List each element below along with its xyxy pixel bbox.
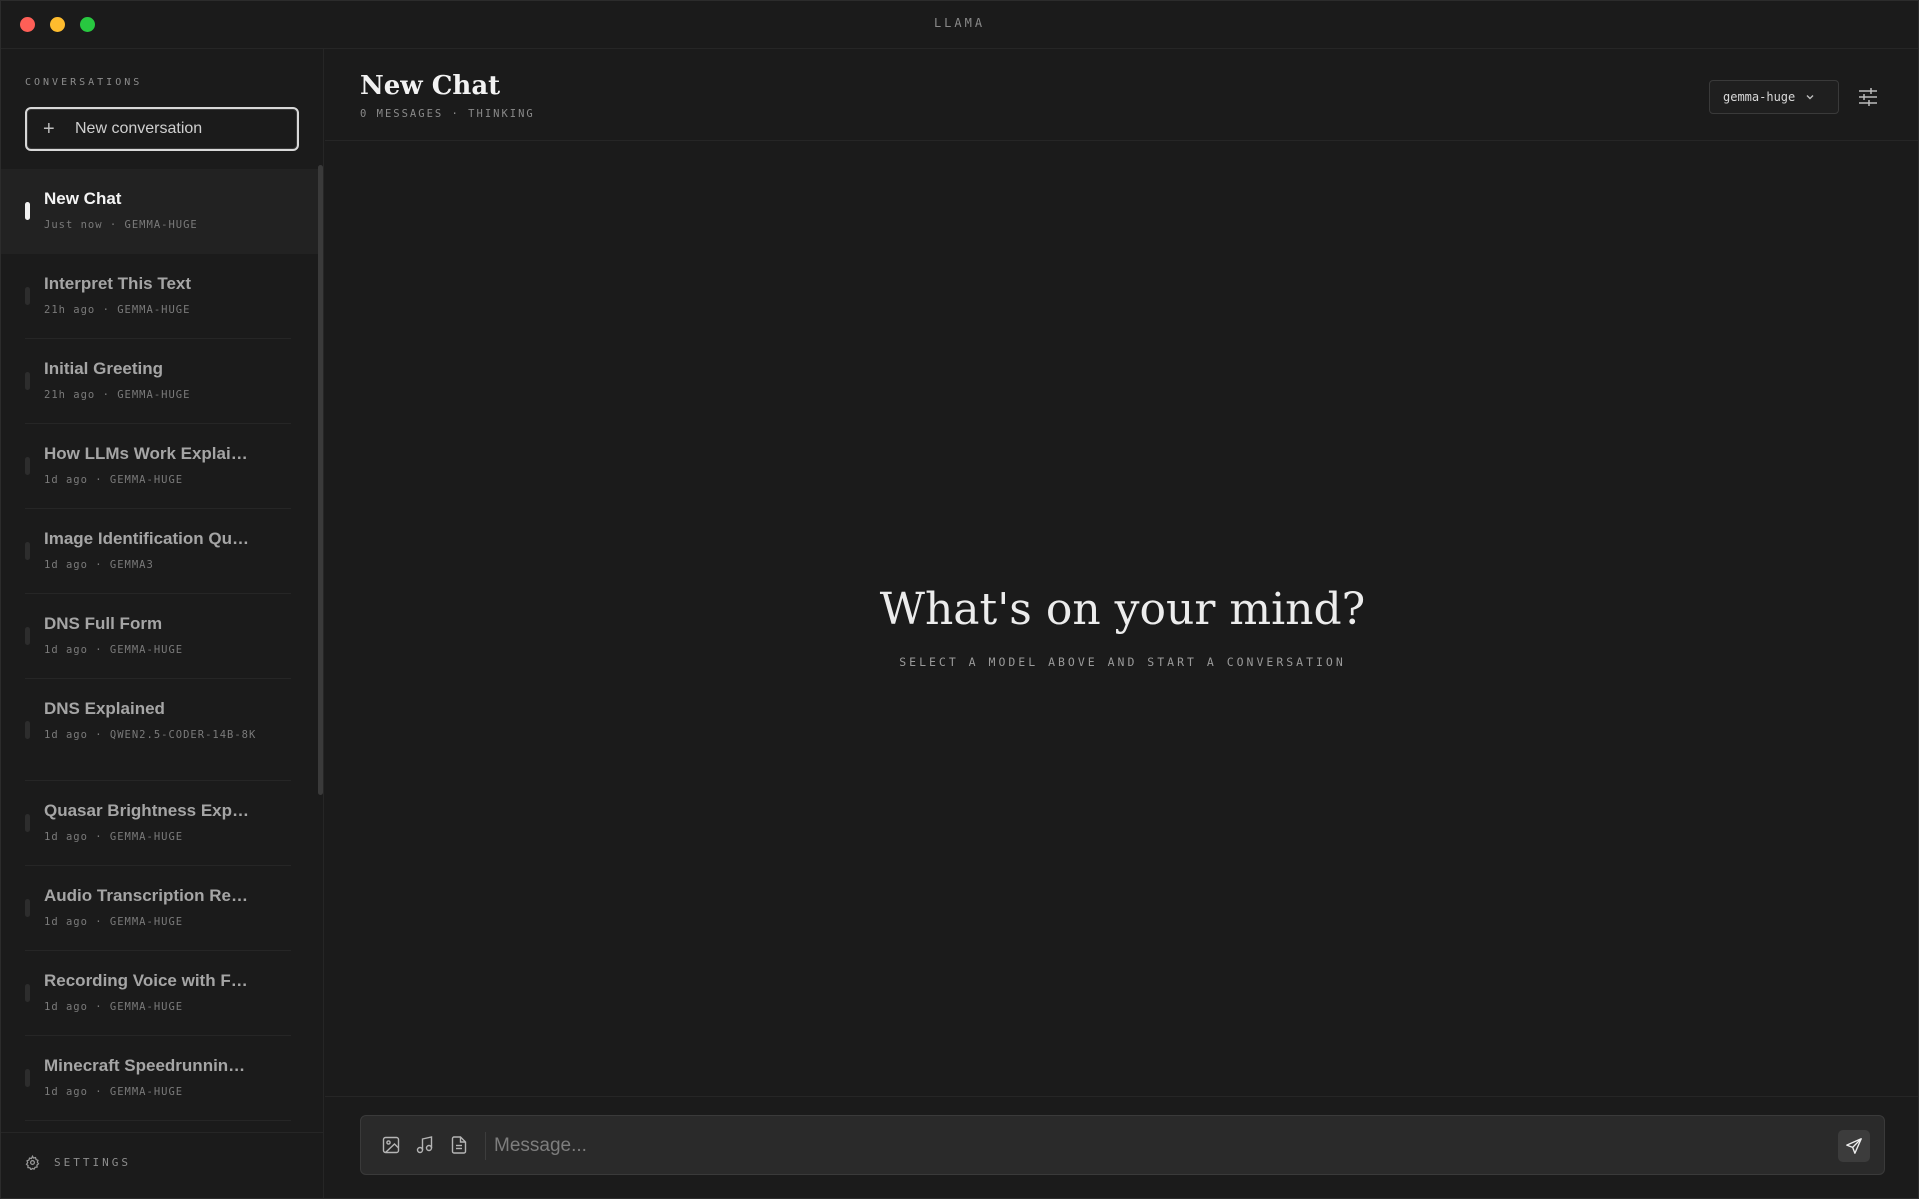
gear-icon [25,1155,40,1170]
conversation-divider [25,1120,291,1121]
conversation-meta: 1d ago · GEMMA-HUGE [44,1001,184,1013]
conversation-marker [25,457,30,475]
conversation-meta: 1d ago · GEMMA-HUGE [44,916,184,928]
conversation-meta: 21h ago · GEMMA-HUGE [44,389,191,401]
conversation-item[interactable]: Image Identification Qu… 1d ago · GEMMA3 [1,509,319,594]
conversation-meta: 1d ago · GEMMA3 [44,559,154,571]
chat-title: New Chat [360,71,501,101]
conversation-marker [25,814,30,832]
message-composer [360,1115,1885,1175]
conversation-meta: 1d ago · GEMMA-HUGE [44,644,184,656]
conversation-marker [25,542,30,560]
title-bar: LLAMA [1,1,1918,49]
sliders-icon[interactable] [1857,86,1879,108]
conversation-item[interactable]: Audio Transcription Re… 1d ago · GEMMA-HU… [1,866,319,951]
conversation-item[interactable]: How LLMs Work Explai… 1d ago · GEMMA-HUGE [1,424,319,509]
chat-status: 0 MESSAGES · THINKING [360,108,535,120]
settings-button[interactable]: SETTINGS [25,1155,131,1170]
conversation-item[interactable]: DNS Full Form 1d ago · GEMMA-HUGE [1,594,319,679]
conversation-meta: Just now · GEMMA-HUGE [44,219,198,231]
plus-icon: + [43,118,55,140]
model-select[interactable]: gemma-huge [1709,80,1839,114]
conversation-marker [25,721,30,739]
conversation-title: DNS Explained [44,699,165,718]
image-icon[interactable] [381,1135,401,1155]
chevron-down-icon [1806,95,1814,100]
conversation-item[interactable]: Interpret This Text 21h ago · GEMMA-HUGE [1,254,319,339]
sidebar-scrollbar[interactable] [318,165,323,795]
conversation-marker [25,287,30,305]
conversation-meta: 1d ago · QWEN2.5-CODER-14B-8K [44,729,257,741]
conversation-title: Quasar Brightness Exp… [44,801,250,820]
conversation-title: New Chat [44,189,122,208]
empty-state-title: What's on your mind? [879,584,1366,635]
new-conversation-button[interactable]: + New conversation [25,107,299,151]
conversation-title: How LLMs Work Explai… [44,444,248,463]
sidebar-footer: SETTINGS [1,1132,323,1198]
conversation-item[interactable]: New Chat Just now · GEMMA-HUGE [1,169,319,254]
message-input[interactable] [494,1130,1794,1162]
conversation-item[interactable]: Recording Voice with F… 1d ago · GEMMA-HU… [1,951,319,1036]
empty-state: What's on your mind? SELECT A MODEL ABOV… [325,584,1918,669]
conversation-title: Minecraft Speedrunnin… [44,1056,246,1075]
conversation-marker [25,627,30,645]
composer-area [325,1096,1918,1198]
send-button[interactable] [1838,1130,1870,1162]
app-title: LLAMA [933,16,986,30]
send-icon [1846,1138,1862,1154]
sidebar-heading: CONVERSATIONS [25,77,143,88]
model-select-value: gemma-huge [1723,90,1796,104]
conversation-item[interactable]: Initial Greeting 21h ago · GEMMA-HUGE [1,339,319,424]
conversation-item[interactable]: Minecraft Speedrunnin… 1d ago · GEMMA-HUG… [1,1036,319,1121]
conversation-list: New Chat Just now · GEMMA-HUGE Interpret T… [1,169,319,1121]
conversation-item[interactable]: Quasar Brightness Exp… 1d ago · GEMMA-HUG… [1,781,319,866]
empty-state-subtitle: SELECT A MODEL ABOVE AND START A CONVERS… [899,655,1346,669]
chat-header: New Chat 0 MESSAGES · THINKING gemma-hug… [325,49,1918,141]
music-icon[interactable] [415,1135,435,1155]
conversation-title: Audio Transcription Re… [44,886,249,905]
new-conversation-label: New conversation [75,120,203,137]
conversation-meta: 21h ago · GEMMA-HUGE [44,304,191,316]
conversation-marker [25,1069,30,1087]
conversation-title: Initial Greeting [44,359,164,378]
conversation-meta: 1d ago · GEMMA-HUGE [44,474,184,486]
conversation-marker [25,372,30,390]
conversation-meta: 1d ago · GEMMA-HUGE [44,831,184,843]
chat-main: New Chat 0 MESSAGES · THINKING gemma-hug… [325,49,1918,1198]
conversation-title: DNS Full Form [44,614,163,633]
document-icon[interactable] [449,1135,469,1155]
settings-label: SETTINGS [54,1156,131,1169]
conversation-marker [25,202,30,220]
conversation-title: Interpret This Text [44,274,192,293]
conversation-title: Recording Voice with F… [44,971,248,990]
app-window: LLAMA CONVERSATIONS + New conversation N… [0,0,1919,1199]
conversation-meta: 1d ago · GEMMA-HUGE [44,1086,184,1098]
conversation-marker [25,899,30,917]
conversation-title: Image Identification Qu… [44,529,249,548]
conversation-marker [25,984,30,1002]
conversation-item[interactable]: DNS Explained 1d ago · QWEN2.5-CODER-14B-… [1,679,319,781]
composer-divider [485,1132,486,1160]
sidebar: CONVERSATIONS + New conversation New Cha… [1,49,324,1198]
